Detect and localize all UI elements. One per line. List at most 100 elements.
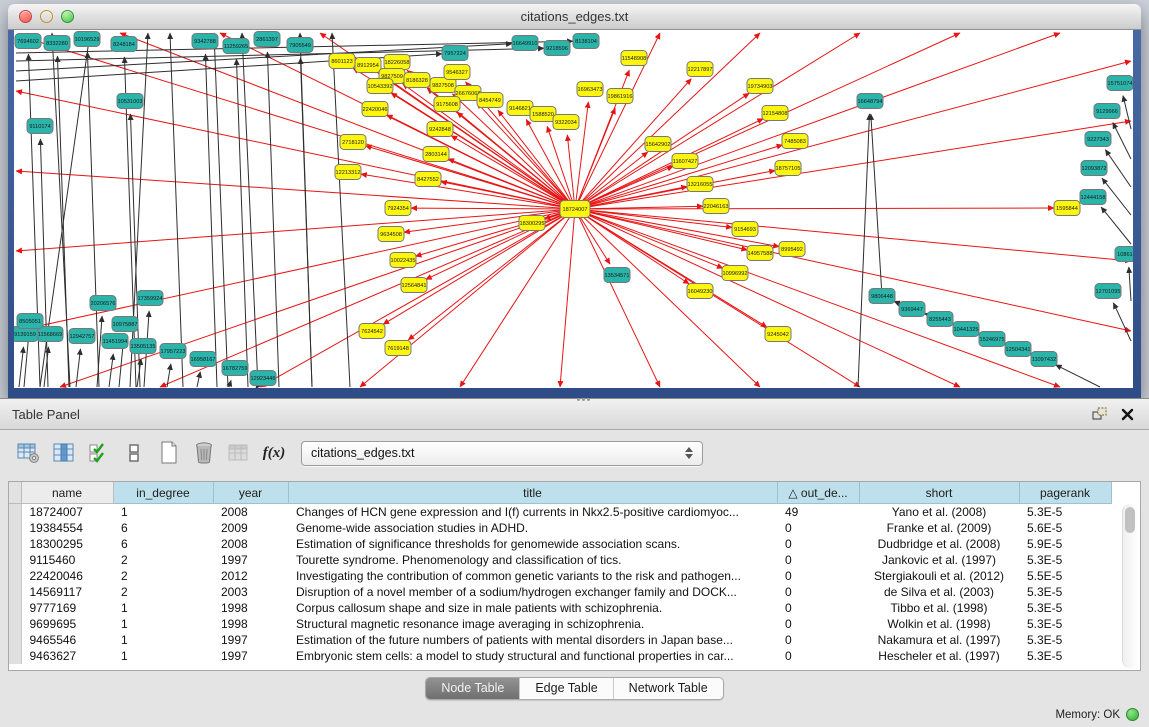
- graph-node[interactable]: 8427552: [415, 172, 441, 187]
- graph-node[interactable]: 20206576: [90, 296, 116, 311]
- table-cell[interactable]: 5.3E-5: [1019, 616, 1111, 632]
- table-cell[interactable]: 1997: [213, 648, 288, 664]
- graph-node[interactable]: 12444158: [1080, 190, 1106, 205]
- table-cell[interactable]: 1: [113, 600, 213, 616]
- graph-node[interactable]: 7624542: [359, 324, 385, 339]
- graph-node[interactable]: 10196529: [74, 32, 100, 47]
- table-cell[interactable]: de Silva et al. (2003): [859, 584, 1019, 600]
- graph-node[interactable]: 17957223: [160, 344, 186, 359]
- table-cell[interactable]: Changes of HCN gene expression and I(f) …: [288, 504, 777, 521]
- table-cell[interactable]: 2009: [213, 520, 288, 536]
- graph-node[interactable]: 8995492: [779, 242, 805, 257]
- column-header[interactable]: △ out_de...: [777, 482, 859, 504]
- graph-node[interactable]: 11097432: [1031, 352, 1057, 367]
- graph-node[interactable]: 15642902: [645, 137, 671, 152]
- table-cell[interactable]: Structural magnetic resonance image aver…: [288, 616, 777, 632]
- graph-node[interactable]: 8454749: [477, 93, 503, 108]
- table-row[interactable]: 1938455462009Genome-wide association stu…: [9, 520, 1111, 536]
- graph-node[interactable]: 12504341: [1005, 342, 1031, 357]
- table-cell[interactable]: 0: [777, 600, 859, 616]
- column-header[interactable]: name: [21, 482, 113, 504]
- column-header[interactable]: short: [859, 482, 1019, 504]
- graph-node[interactable]: 9110174: [27, 119, 53, 134]
- table-cell[interactable]: Tourette syndrome. Phenomenology and cla…: [288, 552, 777, 568]
- graph-node[interactable]: 16648794: [857, 94, 883, 109]
- table-cell[interactable]: Estimation of significance thresholds fo…: [288, 536, 777, 552]
- graph-node[interactable]: 16782759: [222, 361, 248, 376]
- graph-node[interactable]: 11607427: [672, 154, 698, 169]
- column-header[interactable]: year: [213, 482, 288, 504]
- table-cell[interactable]: 1: [113, 504, 213, 521]
- graph-node[interactable]: 8912954: [355, 58, 381, 73]
- table-cell[interactable]: 2008: [213, 504, 288, 521]
- graph-node[interactable]: 14957588: [747, 246, 773, 261]
- table-cell[interactable]: 5.3E-5: [1019, 600, 1111, 616]
- graph-node[interactable]: 16958167: [190, 352, 216, 367]
- table-cell[interactable]: Yano et al. (2008): [859, 504, 1019, 521]
- table-cell[interactable]: 0: [777, 552, 859, 568]
- graph-node[interactable]: 11548908: [621, 51, 647, 66]
- table-row[interactable]: 1456911722003Disruption of a novel membe…: [9, 584, 1111, 600]
- graph-node[interactable]: 16049230: [687, 284, 713, 299]
- table-cell[interactable]: 0: [777, 616, 859, 632]
- graph-node[interactable]: 7619148: [385, 341, 411, 356]
- graph-node[interactable]: 18300295: [519, 216, 545, 231]
- column-header[interactable]: title: [288, 482, 777, 504]
- table-cell[interactable]: Wolkin et al. (1998): [859, 616, 1019, 632]
- graph-node[interactable]: 8332280: [44, 36, 70, 51]
- table-cell[interactable]: 0: [777, 536, 859, 552]
- graph-node[interactable]: 1595844: [1054, 201, 1080, 216]
- table-cell[interactable]: 1: [113, 616, 213, 632]
- graph-node[interactable]: 1588520: [530, 107, 556, 122]
- table-cell[interactable]: 6: [113, 536, 213, 552]
- graph-node[interactable]: 22046163: [703, 199, 729, 214]
- graph-node[interactable]: 9634508: [378, 227, 404, 242]
- graph-node[interactable]: 10441325: [953, 322, 979, 337]
- zoom-window-button[interactable]: [61, 10, 74, 23]
- graph-node[interactable]: 18226058: [384, 55, 410, 70]
- graph-node[interactable]: 8505051: [17, 314, 43, 329]
- table-cell[interactable]: 0: [777, 632, 859, 648]
- table-cell[interactable]: 0: [777, 584, 859, 600]
- table-cell[interactable]: Dudbridge et al. (2008): [859, 536, 1019, 552]
- graph-node[interactable]: 7924354: [385, 201, 411, 216]
- table-cell[interactable]: 2: [113, 568, 213, 584]
- table-cell[interactable]: Disruption of a novel member of a sodium…: [288, 584, 777, 600]
- table-cell[interactable]: 9777169: [21, 600, 113, 616]
- tab-node-table[interactable]: Node Table: [426, 678, 519, 699]
- table-cell[interactable]: 1997: [213, 632, 288, 648]
- graph-node[interactable]: 12213312: [335, 165, 361, 180]
- table-cell[interactable]: 0: [777, 648, 859, 664]
- close-panel-icon[interactable]: [1117, 405, 1137, 423]
- table-cell[interactable]: Franke et al. (2009): [859, 520, 1019, 536]
- graph-node[interactable]: 16649910: [512, 36, 538, 51]
- table-cell[interactable]: Stergiakouli et al. (2012): [859, 568, 1019, 584]
- graph-node[interactable]: 11451994: [102, 334, 128, 349]
- table-cell[interactable]: 9465546: [21, 632, 113, 648]
- table-cell[interactable]: Tibbo et al. (1998): [859, 600, 1019, 616]
- table-row[interactable]: 2242004622012Investigating the contribut…: [9, 568, 1111, 584]
- table-cell[interactable]: 22420046: [21, 568, 113, 584]
- graph-node[interactable]: 16963473: [577, 82, 603, 97]
- table-cell[interactable]: 14569117: [21, 584, 113, 600]
- graph-node[interactable]: 9342788: [192, 34, 218, 49]
- float-panel-icon[interactable]: [1089, 405, 1109, 423]
- delete-column-icon[interactable]: [191, 441, 217, 465]
- graph-node[interactable]: 10975887: [112, 317, 138, 332]
- graph-node[interactable]: 2861397: [254, 32, 280, 47]
- graph-node[interactable]: 11259265: [223, 39, 249, 54]
- row-mode-icon[interactable]: [121, 441, 147, 465]
- network-canvas[interactable]: 1872400786011238912954182260589827509818…: [14, 30, 1133, 388]
- graph-node[interactable]: 10543392: [367, 79, 393, 94]
- graph-node[interactable]: 9242848: [427, 122, 453, 137]
- graph-node[interactable]: 7957224: [442, 46, 468, 61]
- graph-node[interactable]: 7694602: [15, 34, 41, 49]
- graph-node[interactable]: 12093872: [1081, 161, 1107, 176]
- table-cell[interactable]: 2008: [213, 536, 288, 552]
- create-column-icon[interactable]: [156, 441, 182, 465]
- table-cell[interactable]: 2: [113, 584, 213, 600]
- citation-network-graph[interactable]: 1872400786011238912954182260589827509818…: [14, 30, 1133, 388]
- column-header[interactable]: in_degree: [113, 482, 213, 504]
- table-selector-dropdown[interactable]: citations_edges.txt: [301, 441, 703, 466]
- tab-network-table[interactable]: Network Table: [613, 678, 723, 699]
